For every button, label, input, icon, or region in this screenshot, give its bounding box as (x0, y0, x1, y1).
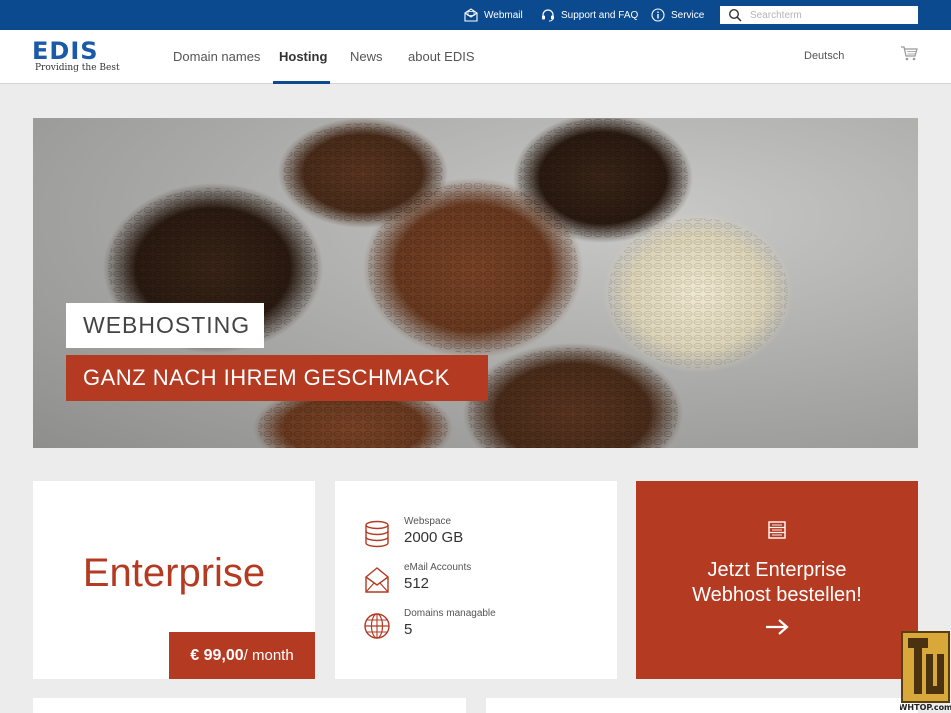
mail-icon (464, 8, 478, 22)
order-cta-button[interactable]: Jetzt Enterprise Webhost bestellen! (636, 481, 918, 679)
headset-icon (542, 9, 554, 22)
feature-value: 512 (404, 575, 430, 592)
webmail-link[interactable]: Webmail (464, 7, 523, 23)
plan-name: Enterprise (82, 551, 266, 595)
hero-subtitle: GANZ NACH IHREM GESCHMACK (66, 355, 488, 401)
globe-icon (364, 613, 390, 639)
edis-logo[interactable]: EDIS Providing the Best (32, 39, 128, 75)
logo-wordmark: EDIS (32, 37, 99, 65)
database-icon (365, 520, 389, 548)
arrow-right-icon (766, 619, 789, 635)
price-amount: € 99,00 (190, 646, 244, 664)
nav-hosting[interactable]: Hosting (279, 49, 327, 64)
top-bar: Webmail Support and FAQ Service (0, 0, 951, 30)
whtop-watermark: WHTOP.com (900, 631, 951, 712)
plan-card: Enterprise € 99,00 / month (33, 481, 315, 679)
cart-icon[interactable] (900, 45, 918, 61)
cta-text: Jetzt Enterprise Webhost bestellen! (636, 558, 918, 608)
webmail-label: Webmail (484, 9, 523, 21)
nav-about-edis[interactable]: about EDIS (408, 49, 475, 64)
feature-label: Webspace (404, 516, 452, 527)
cta-line-1: Jetzt Enterprise (707, 559, 847, 581)
price-period: / month (243, 647, 294, 664)
feature-label: Domains managable (404, 608, 496, 619)
service-link[interactable]: Service (651, 7, 704, 23)
feature-label: eMail Accounts (404, 562, 472, 573)
search-icon[interactable] (728, 8, 742, 22)
feature-value: 5 (404, 621, 413, 638)
active-nav-indicator (273, 81, 330, 84)
info-icon (651, 8, 665, 22)
nav-news[interactable]: News (350, 49, 383, 64)
feature-domains: Domains managable 5 (363, 608, 603, 648)
hero-title: WEBHOSTING (66, 303, 264, 348)
server-icon (768, 521, 786, 539)
nav-domain-names[interactable]: Domain names (173, 49, 260, 64)
bottom-card-right (486, 698, 918, 713)
envelope-icon (365, 567, 389, 593)
features-card: Webspace 2000 GB eMail Accounts 512 Doma… (335, 481, 617, 679)
support-faq-label: Support and FAQ (561, 9, 639, 21)
cta-line-2: Webhost bestellen! (692, 584, 862, 606)
search-box (720, 6, 918, 24)
price-badge: € 99,00 / month (169, 632, 315, 679)
bottom-card-left (33, 698, 466, 713)
feature-webspace: Webspace 2000 GB (363, 516, 603, 556)
search-input[interactable] (750, 6, 914, 24)
logo-tagline: Providing the Best (35, 63, 120, 73)
language-switch[interactable]: Deutsch (804, 50, 844, 62)
feature-email-accounts: eMail Accounts 512 (363, 562, 603, 602)
support-faq-link[interactable]: Support and FAQ (541, 7, 638, 23)
service-label: Service (671, 9, 705, 21)
feature-value: 2000 GB (404, 529, 464, 546)
watermark-text: WHTOP.com (900, 703, 951, 712)
main-header: EDIS Providing the Best Domain names Hos… (0, 30, 951, 84)
